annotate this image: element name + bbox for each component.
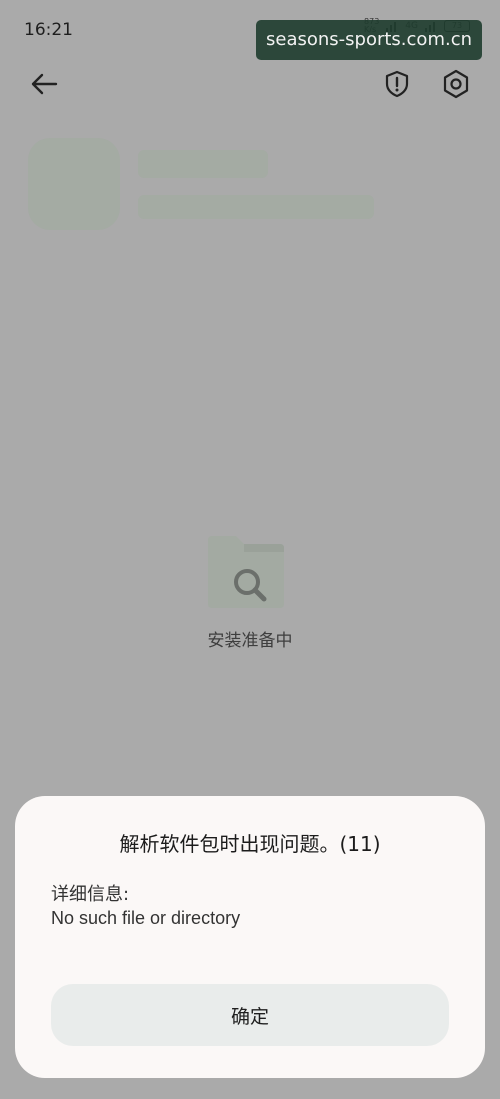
security-button[interactable] [381, 68, 413, 100]
shield-alert-icon [385, 70, 409, 98]
gear-icon [443, 69, 469, 99]
error-dialog: 解析软件包时出现问题。(11) 详细信息: No such file or di… [15, 796, 485, 1078]
detail-text: No such file or directory [51, 908, 241, 928]
settings-button[interactable] [440, 68, 472, 100]
status-label: 安装准备中 [207, 631, 293, 651]
dialog-title: 解析软件包时出现问题。(11) [119, 832, 381, 856]
watermark: seasons-sports.com.cn [256, 20, 482, 60]
installer-screen: 16:21 873K/s 4G 73 seasons-sports.com.cn [0, 0, 500, 1099]
folder-search-icon [206, 536, 286, 612]
app-icon-placeholder [28, 138, 120, 230]
back-button[interactable] [28, 68, 60, 100]
confirm-button[interactable]: 确定 [51, 984, 449, 1046]
app-info-placeholder [138, 195, 374, 219]
detail-label: 详细信息: [51, 884, 130, 905]
app-name-placeholder [138, 150, 268, 178]
arrow-left-icon [31, 73, 58, 95]
status-time: 16:21 [24, 20, 73, 40]
